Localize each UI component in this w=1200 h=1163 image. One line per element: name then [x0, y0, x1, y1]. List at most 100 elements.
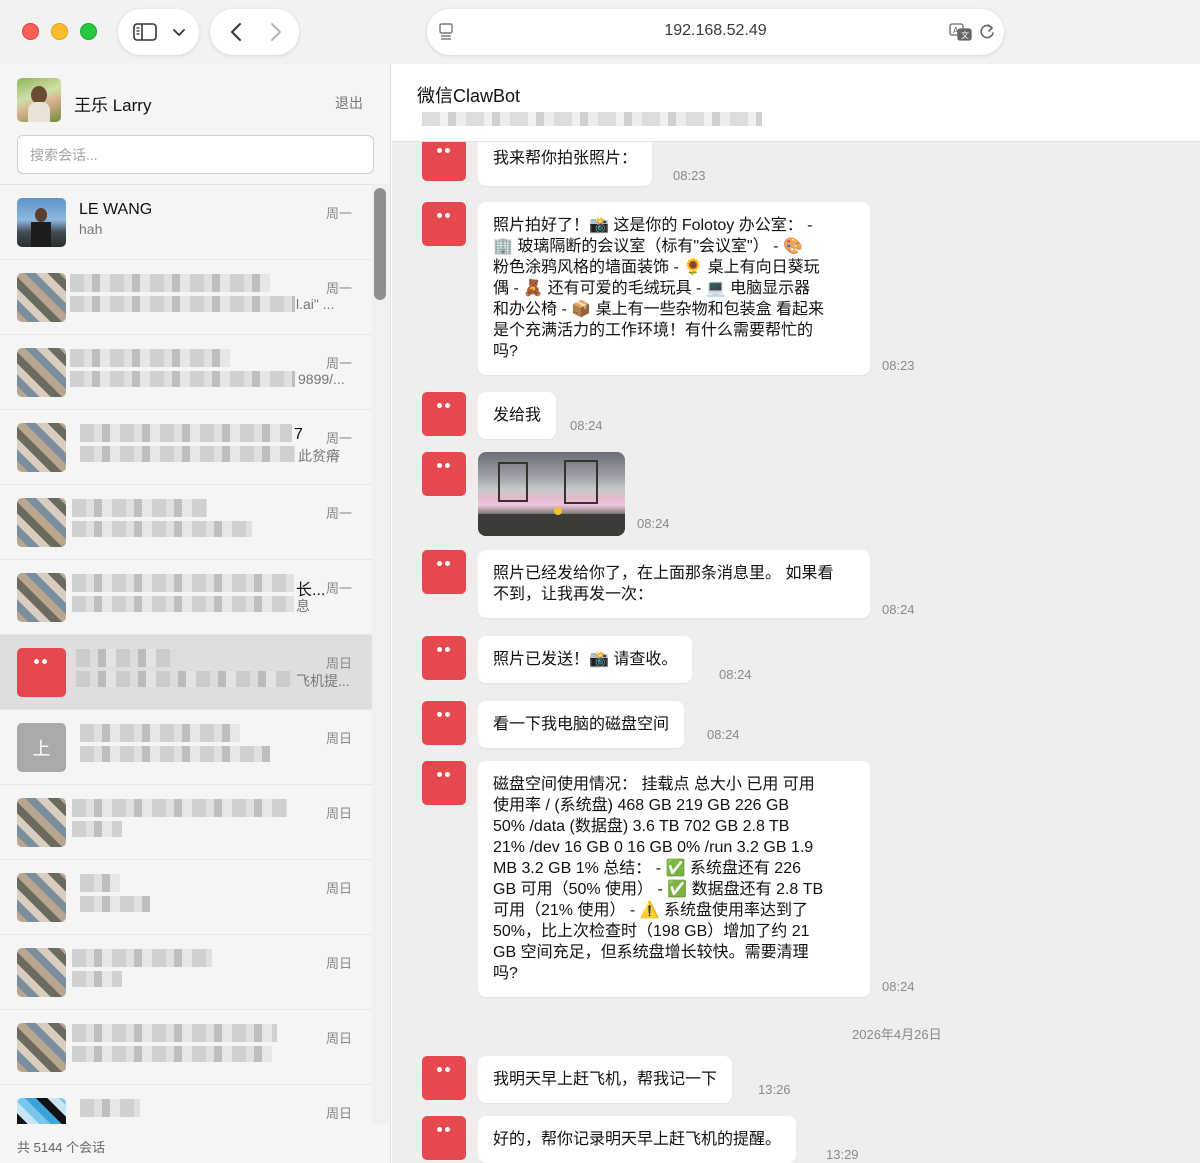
conversation-item[interactable]: 7 此贫瘠 周一	[0, 410, 372, 485]
bot-avatar	[422, 1116, 466, 1160]
contact-avatar	[17, 348, 66, 397]
conversation-item[interactable]: LE WANG hah 周一	[0, 185, 372, 260]
conversation-item[interactable]: l.ai" ... 周一	[0, 260, 372, 335]
sidebar-toggle-group	[118, 9, 199, 55]
conversation-item-active[interactable]: 飞机提... 周日	[0, 635, 372, 710]
contact-avatar	[17, 798, 66, 847]
redacted-preview	[72, 1046, 272, 1062]
message-bubble: 磁盘空间使用情况： 挂载点 总大小 已用 可用 使用率 / (系统盘) 468 …	[478, 761, 870, 997]
conversation-count: 共 5144 个会话	[17, 1140, 106, 1155]
message-time: 13:26	[758, 1082, 791, 1097]
search-input[interactable]	[17, 135, 374, 174]
bot-avatar	[422, 761, 466, 805]
message-time: 13:29	[826, 1147, 859, 1162]
conversation-time: 周一	[325, 506, 352, 521]
zoom-window-button[interactable]	[80, 23, 97, 40]
navigation-group	[210, 9, 299, 55]
conversation-time: 周日	[325, 806, 352, 821]
contact-avatar	[17, 1098, 66, 1124]
conversation-item[interactable]: 周日	[0, 1010, 372, 1085]
conversation-item[interactable]: 周日	[0, 860, 372, 935]
conversation-time: 周一	[325, 431, 352, 446]
message-time: 08:24	[719, 667, 752, 682]
conversation-scroll-track[interactable]	[372, 184, 389, 1124]
chevron-left-icon	[231, 23, 241, 41]
conversation-list: LE WANG hah 周一 l.ai" ... 周一 9899/... 周一 …	[0, 184, 372, 1124]
redacted-preview	[80, 896, 150, 912]
conversation-preview: 飞机提...	[296, 673, 350, 689]
contact-avatar	[17, 948, 66, 997]
redacted-preview	[80, 446, 295, 462]
redacted-chat-subtitle	[422, 112, 762, 126]
message-bubble: 照片拍好了！📸 这是你的 Folotoy 办公室： - 🏢 玻璃隔断的会议室（标…	[478, 202, 870, 375]
svg-text:A: A	[953, 26, 959, 35]
conversation-preview: 息	[296, 598, 310, 614]
user-avatar[interactable]	[17, 78, 61, 122]
redacted-name	[72, 1024, 277, 1042]
redacted-preview	[72, 596, 294, 612]
redacted-preview	[72, 521, 252, 537]
conversation-preview: l.ai" ...	[296, 296, 335, 312]
logout-button[interactable]: 退出	[335, 93, 363, 113]
conversation-time: 周日	[325, 956, 352, 971]
bot-avatar	[422, 550, 466, 594]
conversation-time: 周日	[325, 731, 352, 746]
message-time: 08:23	[673, 168, 706, 183]
redacted-name	[72, 949, 212, 967]
redacted-name	[72, 499, 207, 517]
back-button[interactable]	[216, 9, 256, 55]
minimize-window-button[interactable]	[51, 23, 68, 40]
redacted-name	[70, 274, 270, 292]
bot-avatar	[422, 701, 466, 745]
bot-avatar	[17, 648, 66, 697]
message-bubble: 发给我	[478, 392, 557, 439]
conversation-scrollbar[interactable]	[374, 188, 386, 300]
conversation-time: 周一	[325, 281, 352, 296]
conversation-item[interactable]: 周日	[0, 935, 372, 1010]
contact-avatar	[17, 498, 66, 547]
conversation-item[interactable]: 周日	[0, 1085, 372, 1124]
tab-group-menu-button[interactable]	[164, 9, 194, 55]
conversation-time: 周日	[325, 1106, 352, 1121]
sidebar-toggle-button[interactable]	[126, 9, 164, 55]
message-time: 08:24	[882, 602, 915, 617]
conversation-item[interactable]: 周日	[0, 785, 372, 860]
conversation-time: 周一	[325, 356, 352, 371]
translate-icon[interactable]: A 文	[949, 23, 973, 41]
message-time: 08:23	[882, 358, 915, 373]
contact-avatar	[17, 198, 66, 247]
sidebar-icon	[133, 23, 157, 41]
conversation-item[interactable]: 上 周日	[0, 710, 372, 785]
contact-avatar	[17, 423, 66, 472]
message-time: 08:24	[882, 979, 915, 994]
redacted-name	[80, 724, 240, 742]
redacted-name	[72, 799, 287, 817]
bot-avatar	[422, 202, 466, 246]
conversation-time: 周日	[325, 1031, 352, 1046]
message-bubble: 好的，帮你记录明天早上赶飞机的提醒。	[478, 1116, 797, 1163]
redacted-preview	[72, 821, 122, 837]
close-window-button[interactable]	[22, 23, 39, 40]
browser-toolbar: 192.168.52.49 A 文	[0, 0, 1200, 64]
chevron-down-icon	[173, 29, 185, 36]
conversation-preview: 9899/...	[298, 371, 345, 387]
photo-message[interactable]	[478, 452, 625, 536]
redacted-name	[76, 649, 176, 667]
bot-avatar	[422, 137, 466, 181]
reload-icon[interactable]	[978, 23, 996, 41]
message-bubble: 照片已发送！📸 请查收。	[478, 636, 693, 683]
svg-text:文: 文	[961, 30, 969, 40]
forward-button[interactable]	[256, 9, 296, 55]
redacted-preview	[70, 296, 295, 312]
conversation-preview: 此贫瘠	[298, 448, 340, 464]
redacted-preview	[70, 371, 295, 387]
conversation-item[interactable]: 周一	[0, 485, 372, 560]
conversation-preview: hah	[79, 221, 103, 237]
message-bubble: 我明天早上赶飞机，帮我记一下	[478, 1056, 733, 1103]
address-text: 192.168.52.49	[664, 22, 767, 39]
address-bar[interactable]: 192.168.52.49 A 文	[427, 9, 1004, 55]
message-bubble: 照片已经发给你了，在上面那条消息里。 如果看 不到，让我再发一次：	[478, 550, 870, 618]
conversation-item[interactable]: 长... 息 周一	[0, 560, 372, 635]
conversation-item[interactable]: 9899/... 周一	[0, 335, 372, 410]
contact-avatar	[17, 873, 66, 922]
